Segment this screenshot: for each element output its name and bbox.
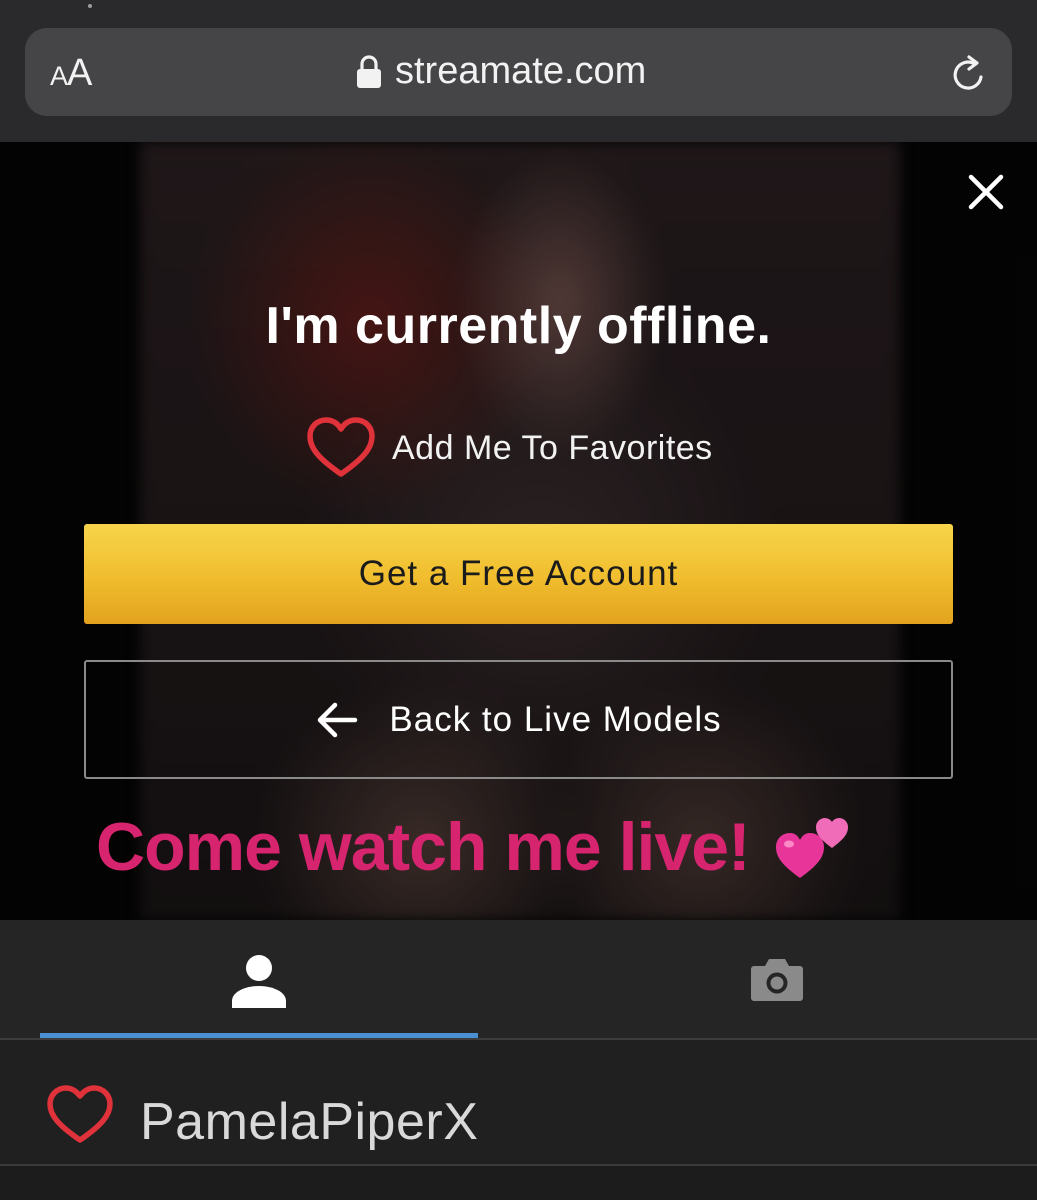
model-row: PamelaPiperX	[0, 1040, 1037, 1164]
get-free-account-button[interactable]: Get a Free Account	[84, 524, 953, 624]
two-hearts-icon	[775, 818, 848, 878]
promo-text: Come watch me live!	[96, 809, 751, 885]
text-size-button[interactable]: AA	[50, 52, 92, 95]
text-size-small-label: A	[50, 61, 68, 91]
add-to-favorites-button[interactable]: Add Me To Favorites	[306, 416, 713, 480]
address-bar[interactable]: AA streamate.com	[25, 28, 1012, 116]
tab-profile[interactable]	[40, 920, 478, 1038]
text-size-large-label: A	[67, 52, 92, 94]
favorite-heart-icon[interactable]	[46, 1084, 114, 1146]
back-to-live-models-button[interactable]: Back to Live Models	[84, 660, 953, 779]
reload-icon[interactable]	[948, 54, 990, 96]
heart-outline-icon	[307, 417, 375, 477]
back-label: Back to Live Models	[389, 699, 722, 739]
url-text: streamate.com	[395, 50, 647, 92]
arrow-left-icon	[318, 702, 358, 737]
model-name: PamelaPiperX	[140, 1093, 479, 1151]
profile-tabs	[0, 920, 1037, 1038]
camera-icon	[751, 959, 803, 1001]
offline-title: I'm currently offline.	[265, 297, 772, 355]
tab-photos[interactable]	[520, 920, 1037, 1038]
lock-icon	[357, 54, 381, 88]
footer-area	[0, 1166, 1037, 1200]
favorites-label: Add Me To Favorites	[392, 428, 713, 467]
status-dot	[88, 4, 92, 8]
url-display[interactable]: streamate.com	[355, 50, 646, 93]
promo-banner: Come watch me live!	[96, 808, 850, 886]
offline-panel: I'm currently offline. Add Me To Favorit…	[0, 142, 1037, 920]
close-icon[interactable]	[964, 170, 1008, 214]
person-icon	[232, 955, 286, 1008]
browser-toolbar: AA streamate.com	[0, 0, 1037, 142]
